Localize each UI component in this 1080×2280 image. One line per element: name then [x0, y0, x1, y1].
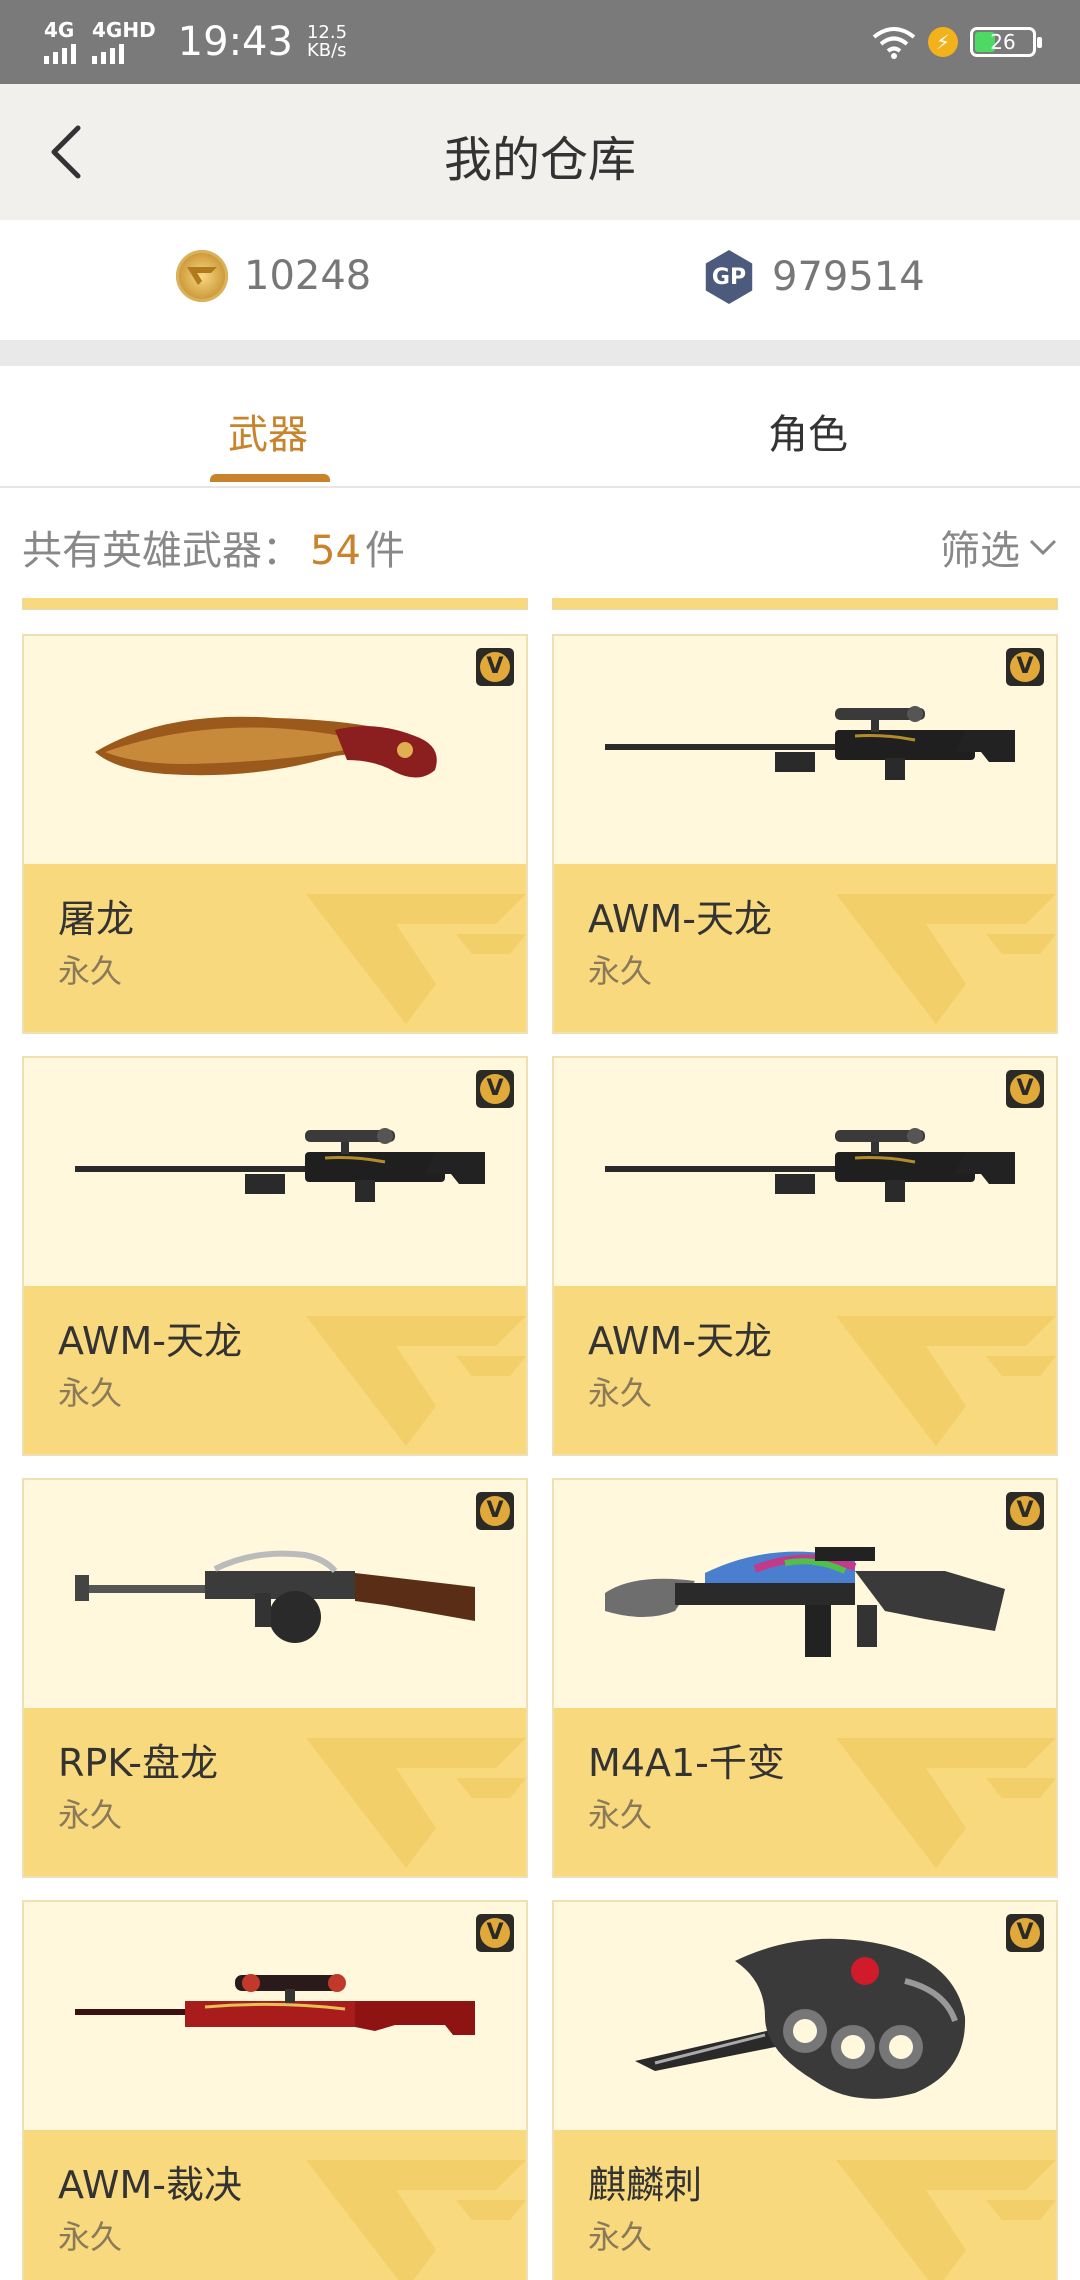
- gp-points: GP 979514: [702, 250, 925, 304]
- chevron-down-icon: [1029, 539, 1057, 556]
- weapon-card[interactable]: V 屠龙永久: [22, 634, 528, 1034]
- weapon-name: AWM-天龙: [588, 897, 772, 941]
- vip-badge-icon: V: [476, 1492, 514, 1530]
- weapon-count-label: 共有英雄武器：: [22, 528, 302, 574]
- weapon-count: 共有英雄武器： 54 件: [22, 518, 405, 576]
- vip-badge-icon: V: [1006, 1492, 1044, 1530]
- weapon-count-number: 54: [310, 528, 361, 574]
- weapon-card[interactable]: V AWM-天龙永久: [22, 1056, 528, 1456]
- vip-badge-icon: V: [1006, 1070, 1044, 1108]
- weapon-card[interactable]: V AWM-天龙永久: [552, 1056, 1058, 1456]
- weapon-image: [24, 1902, 526, 2130]
- battery-level: 26: [990, 30, 1016, 54]
- weapon-name: AWM-裁决: [58, 2163, 242, 2207]
- network-type-2: 4GHD: [92, 18, 156, 42]
- filter-button[interactable]: 筛选: [940, 518, 1058, 576]
- weapon-grid: V 屠龙 永久 V AWM-天龙 永久 V AWM-天龙 永久 V AWM-天龙 永久 V RPK-盘龙永…: [0, 598, 1080, 2280]
- weapon-name: 屠龙: [58, 897, 135, 941]
- weapon-count-unit: 件: [364, 528, 405, 574]
- weapon-duration: 永久: [58, 952, 123, 990]
- signal-icon: 4GHD: [92, 20, 156, 64]
- app-header: 我的仓库: [0, 84, 1080, 220]
- section-divider: [0, 340, 1080, 366]
- tab-roles[interactable]: 角色: [768, 402, 848, 460]
- weapon-image: [24, 1480, 526, 1708]
- signal-icon: 4G: [44, 20, 76, 64]
- weapon-name: 麒麟刺: [588, 2163, 703, 2207]
- cf-logo-watermark: [306, 1738, 526, 1868]
- previous-card-edge: [552, 598, 1058, 610]
- wifi-icon: [872, 27, 916, 59]
- weapon-name: AWM-天龙: [58, 1319, 242, 1363]
- cf-coin-icon: [176, 250, 228, 302]
- vip-badge-icon: V: [476, 1914, 514, 1952]
- weapon-duration: 永久: [58, 2218, 123, 2256]
- weapon-duration: 永久: [588, 2218, 653, 2256]
- weapon-name: AWM-天龙: [588, 1319, 772, 1363]
- weapon-name: M4A1-千变: [588, 1741, 785, 1785]
- weapon-card[interactable]: V AWM-裁决永久: [22, 1900, 528, 2280]
- cf-logo-watermark: [306, 1316, 526, 1446]
- summary-row: 共有英雄武器： 54 件 筛选: [0, 488, 1080, 598]
- vip-badge-icon: V: [1006, 648, 1044, 686]
- weapon-card[interactable]: V RPK-盘龙永久: [22, 1478, 528, 1878]
- weapon-duration: 永久: [58, 1796, 123, 1834]
- weapon-name: RPK-盘龙: [58, 1741, 218, 1785]
- tab-bar: 武器 角色: [0, 366, 1080, 488]
- network-speed: 12.5 KB/s: [307, 24, 347, 60]
- weapon-duration: 永久: [588, 1796, 653, 1834]
- filter-label: 筛选: [940, 528, 1020, 574]
- tab-indicator: [210, 474, 330, 482]
- battery-icon: 26: [970, 27, 1042, 57]
- weapon-image: [554, 636, 1056, 864]
- weapon-card[interactable]: V AWM-天龙永久: [552, 634, 1058, 1034]
- cf-logo-watermark: [306, 2160, 526, 2280]
- vip-badge-icon: V: [476, 648, 514, 686]
- network-type-1: 4G: [44, 18, 75, 42]
- cf-points-value: 10248: [244, 253, 372, 299]
- cf-logo-watermark: [836, 2160, 1056, 2280]
- gp-points-value: 979514: [772, 254, 925, 300]
- weapon-image: [554, 1480, 1056, 1708]
- weapon-image: [24, 636, 526, 864]
- clock: 19:43: [177, 19, 293, 65]
- cf-logo-watermark: [306, 894, 526, 1024]
- previous-card-edge: [22, 598, 528, 610]
- gp-coin-icon: GP: [705, 250, 753, 304]
- tab-weapons[interactable]: 武器: [228, 402, 308, 460]
- cf-logo-watermark: [836, 1316, 1056, 1446]
- weapon-duration: 永久: [588, 952, 653, 990]
- weapon-card[interactable]: V 麒麟刺永久: [552, 1900, 1058, 2280]
- weapon-card[interactable]: V M4A1-千变永久: [552, 1478, 1058, 1878]
- cf-points: 10248: [176, 250, 371, 302]
- vip-badge-icon: V: [1006, 1914, 1044, 1952]
- status-bar: 4G 4GHD 19:43 12.5 KB/s ⚡ 26: [0, 0, 1080, 84]
- vip-badge-icon: V: [476, 1070, 514, 1108]
- cf-logo-watermark: [836, 894, 1056, 1024]
- weapon-image: [24, 1058, 526, 1286]
- weapon-duration: 永久: [588, 1374, 653, 1412]
- weapon-duration: 永久: [58, 1374, 123, 1412]
- page-title: 我的仓库: [443, 132, 636, 188]
- currency-bar: 10248 GP 979514: [0, 220, 1080, 340]
- charging-icon: ⚡: [928, 27, 958, 57]
- weapon-image: [554, 1902, 1056, 2130]
- weapon-image: [554, 1058, 1056, 1286]
- cf-logo-watermark: [836, 1738, 1056, 1868]
- speed-unit: KB/s: [306, 40, 347, 61]
